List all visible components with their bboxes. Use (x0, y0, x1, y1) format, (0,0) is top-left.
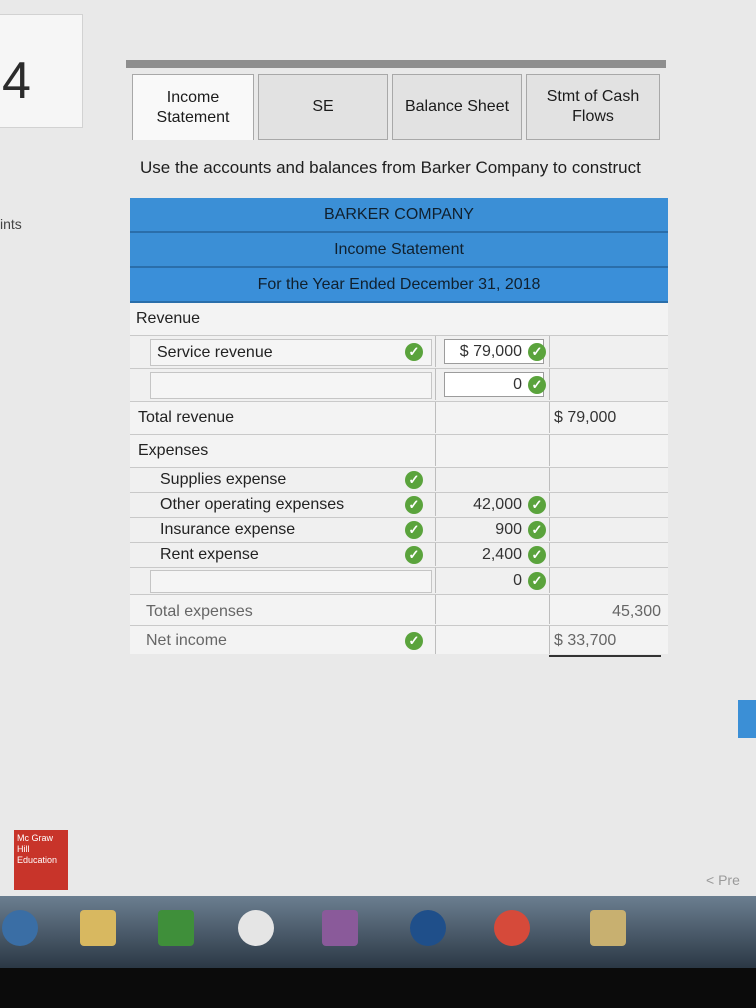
check-circle-icon: ✓ (528, 343, 546, 361)
double-underline (549, 655, 661, 657)
service-revenue-amount: $ 79,000 (459, 343, 522, 360)
points-label: ints (0, 216, 22, 232)
total-expenses-amount: 45,300 (612, 603, 661, 620)
hp-icon[interactable] (410, 910, 446, 946)
rent-right-cell (549, 543, 669, 566)
explorer-icon[interactable] (590, 910, 626, 946)
total-expenses-mid-cell (435, 595, 550, 624)
blank-revenue-row: 0 ✓ (130, 369, 668, 402)
statement-period: For the Year Ended December 31, 2018 (130, 268, 668, 303)
ie-icon[interactable] (2, 910, 38, 946)
check-circle-icon: ✓ (405, 471, 423, 489)
insurance-amount-cell[interactable]: 900 ✓ (435, 518, 550, 541)
store-icon[interactable] (158, 910, 194, 946)
total-expenses-label: Total expenses (146, 603, 253, 620)
chrome-icon[interactable] (494, 910, 530, 946)
total-revenue-amount: $ 79,000 (554, 409, 617, 426)
tab-stmt-of-cash-flows[interactable]: Stmt of Cash Flows (526, 74, 660, 140)
tab-income-statement[interactable]: Income Statement (132, 74, 254, 140)
net-income-mid-cell (435, 626, 550, 654)
service-revenue-row: Service revenue ✓ $ 79,000 ✓ (130, 336, 668, 369)
tab-balance-sheet[interactable]: Balance Sheet (392, 74, 522, 140)
prev-button[interactable]: < Pre (706, 872, 740, 888)
question-number: 4 (2, 52, 31, 110)
expenses-heading-right-cell (549, 435, 669, 466)
check-circle-icon: ✓ (528, 572, 546, 590)
insurance-right-cell (549, 518, 669, 541)
check-circle-icon: ✓ (405, 496, 423, 514)
check-circle-icon: ✓ (528, 376, 546, 394)
total-revenue-mid-cell (435, 402, 550, 433)
blank-revenue-amount: 0 (513, 376, 522, 393)
revenue-heading-row: Revenue (130, 303, 668, 336)
screen-bezel (0, 968, 756, 1008)
net-income-row: Net income ✓ $ 33,700 (130, 626, 669, 657)
insurance-expense-row: Insurance expense ✓ 900 ✓ (130, 518, 668, 543)
income-statement-table: BARKER COMPANY Income Statement For the … (130, 198, 669, 657)
blank-expense-amount-cell[interactable]: 0 ✓ (435, 568, 550, 593)
net-income-label: Net income (146, 632, 227, 649)
total-expenses-amount-cell: 45,300 (549, 595, 669, 624)
tab-se[interactable]: SE (258, 74, 388, 140)
net-income-amount-cell: $ 33,700 (549, 626, 669, 654)
total-expenses-row: Total expenses 45,300 (130, 595, 668, 626)
insurance-amount: 900 (495, 521, 522, 538)
other-operating-label[interactable]: Other operating expenses (160, 496, 344, 514)
total-revenue-row: Total revenue $ 79,000 (130, 402, 668, 435)
expenses-heading-row: Expenses (130, 435, 668, 468)
next-button[interactable] (738, 700, 756, 738)
other-operating-row: Other operating expenses ✓ 42,000 ✓ (130, 493, 668, 518)
net-income-amount: $ 33,700 (554, 632, 617, 649)
blank-revenue-select[interactable] (150, 372, 432, 399)
other-operating-right-cell (549, 493, 669, 516)
rent-expense-row: Rent expense ✓ 2,400 ✓ (130, 543, 668, 568)
check-circle-icon: ✓ (405, 521, 423, 539)
supplies-expense-label[interactable]: Supplies expense (160, 471, 286, 489)
expenses-heading-mid-cell (435, 435, 550, 466)
check-circle-icon: ✓ (405, 546, 423, 564)
question-number-panel: 4 (0, 14, 83, 128)
instruction-text: Use the accounts and balances from Barke… (140, 158, 641, 177)
service-revenue-amount-cell[interactable]: $ 79,000 ✓ (435, 336, 550, 367)
supplies-expense-row: Supplies expense ✓ (130, 468, 668, 493)
insurance-expense-label[interactable]: Insurance expense (160, 521, 295, 539)
supplies-expense-amount-cell (435, 468, 550, 491)
check-circle-icon: ✓ (405, 343, 423, 361)
supplies-expense-right-cell (549, 468, 669, 491)
blank-revenue-amount-cell[interactable]: 0 ✓ (435, 369, 550, 400)
service-revenue-select[interactable]: Service revenue (150, 339, 432, 366)
expenses-heading: Expenses (138, 442, 209, 459)
check-circle-icon: ✓ (528, 546, 546, 564)
folder-icon[interactable] (80, 910, 116, 946)
rent-amount-cell[interactable]: 2,400 ✓ (435, 543, 550, 566)
blank-expense-amount: 0 (513, 572, 522, 589)
taskbar (0, 896, 756, 968)
blank-expense-select[interactable] (150, 570, 432, 593)
rent-amount: 2,400 (481, 546, 522, 563)
blank-expense-row: 0 ✓ (130, 568, 668, 595)
total-revenue-amount-cell: $ 79,000 (549, 402, 669, 433)
tab-bar-rule (126, 60, 666, 68)
blank-revenue-total-cell (549, 369, 669, 400)
photos-icon[interactable] (322, 910, 358, 946)
rent-expense-label[interactable]: Rent expense (160, 546, 259, 564)
media-icon[interactable] (238, 910, 274, 946)
check-circle-icon: ✓ (405, 632, 423, 650)
check-circle-icon: ✓ (528, 496, 546, 514)
blank-expense-right-cell (549, 568, 669, 593)
mcgraw-hill-logo: Mc Graw Hill Education (14, 830, 68, 890)
company-name: BARKER COMPANY (130, 198, 668, 233)
other-operating-amount-cell[interactable]: 42,000 ✓ (435, 493, 550, 516)
other-operating-amount: 42,000 (473, 496, 522, 513)
statement-title: Income Statement (130, 233, 668, 268)
service-revenue-total-cell (549, 336, 669, 367)
service-revenue-label: Service revenue (157, 344, 273, 361)
revenue-heading: Revenue (136, 310, 201, 327)
total-revenue-label: Total revenue (138, 409, 235, 426)
check-circle-icon: ✓ (528, 521, 546, 539)
